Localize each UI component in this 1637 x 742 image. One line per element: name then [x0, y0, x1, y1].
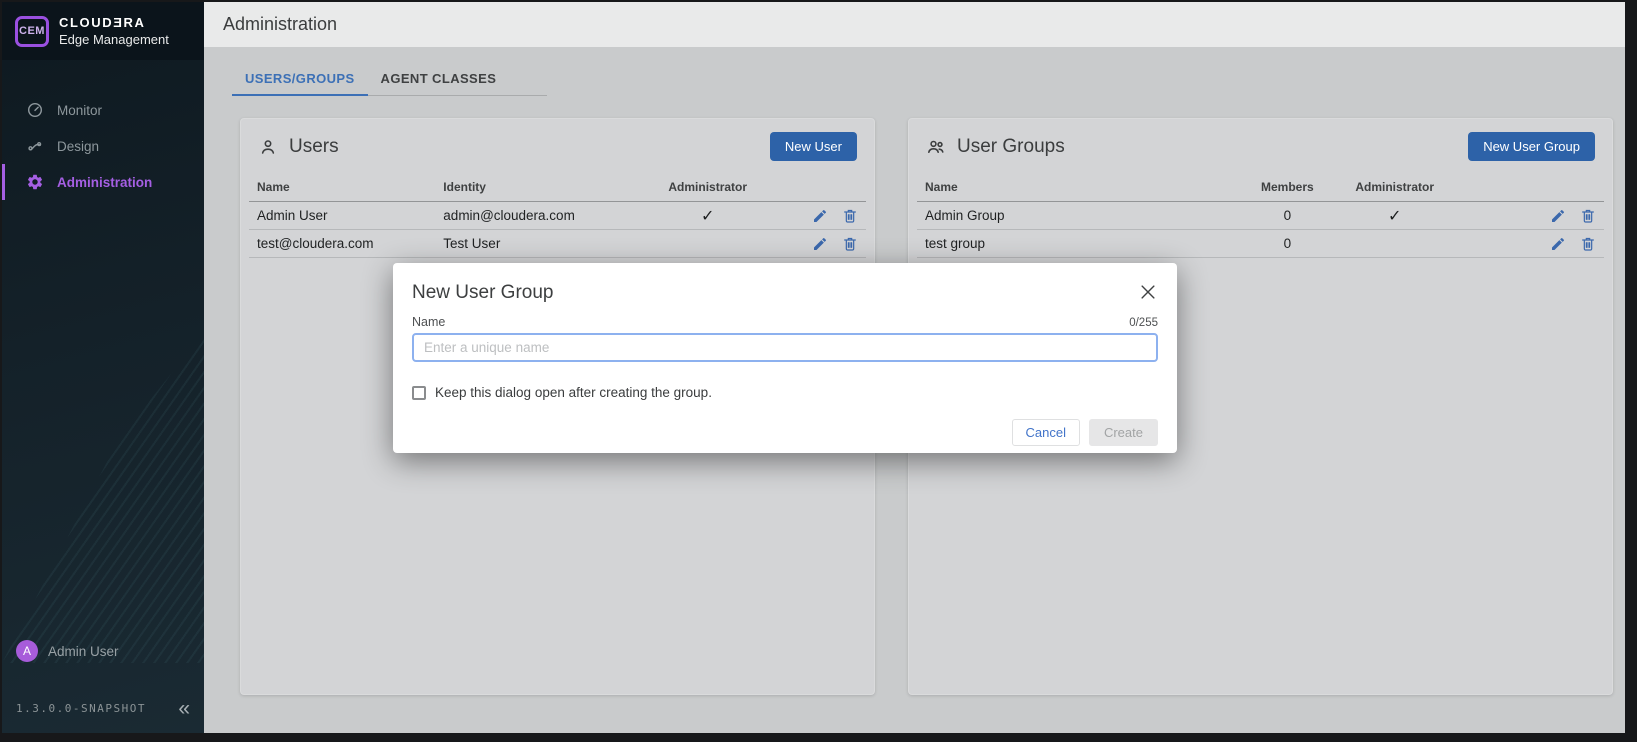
new-user-group-button[interactable]: New User Group: [1468, 132, 1595, 161]
people-icon: [926, 137, 946, 157]
new-user-group-dialog: New User Group Name 0/255 Keep this dial…: [393, 263, 1177, 453]
table-row: test@cloudera.com Test User: [249, 230, 866, 258]
name-field-labels: Name 0/255: [412, 315, 1158, 329]
brand-subtitle: Edge Management: [59, 32, 169, 47]
person-icon: [258, 137, 278, 157]
column-header-administrator: Administrator: [1328, 180, 1462, 194]
column-header-identity: Identity: [443, 180, 653, 194]
dialog-actions: Cancel Create: [412, 419, 1158, 446]
column-header-name: Name: [925, 180, 1247, 194]
gear-icon: [26, 173, 44, 191]
table-row: Admin User admin@cloudera.com ✓: [249, 202, 866, 230]
column-header-administrator: Administrator: [654, 180, 762, 194]
sidebar-item-design[interactable]: Design: [2, 128, 204, 164]
sidebar-item-label: Administration: [57, 175, 152, 190]
speedometer-icon: [26, 101, 44, 119]
edit-icon[interactable]: [812, 236, 828, 252]
edit-icon[interactable]: [812, 208, 828, 224]
delete-icon[interactable]: [1580, 208, 1596, 224]
user-name-cell: test@cloudera.com: [257, 236, 443, 251]
flow-design-icon: [26, 137, 44, 155]
current-user-name: Admin User: [48, 644, 119, 659]
sidebar-item-label: Design: [57, 139, 99, 154]
cancel-button[interactable]: Cancel: [1012, 419, 1080, 446]
keep-dialog-open-checkbox[interactable]: [412, 386, 426, 400]
delete-icon[interactable]: [842, 208, 858, 224]
sidebar: CEM CLOUDƎRA Edge Management Monitor Des…: [2, 2, 204, 733]
tab-agent-classes[interactable]: AGENT CLASSES: [368, 62, 510, 96]
brand-text: CLOUDƎRA Edge Management: [59, 15, 169, 47]
user-groups-table-header: Name Members Administrator: [917, 172, 1604, 202]
page-header: Administration: [204, 2, 1625, 47]
character-counter: 0/255: [1129, 317, 1158, 329]
group-name-input[interactable]: [412, 333, 1158, 362]
dialog-header: New User Group: [412, 282, 1158, 304]
administrator-check: ✓: [654, 206, 762, 226]
brand-name: CLOUDƎRA: [59, 15, 169, 30]
user-identity-cell: admin@cloudera.com: [443, 208, 653, 223]
sidebar-item-monitor[interactable]: Monitor: [2, 92, 204, 128]
users-table: Name Identity Administrator Admin User a…: [249, 172, 866, 258]
user-groups-panel-header: User Groups New User Group: [909, 119, 1612, 170]
user-name-cell: Admin User: [257, 208, 443, 223]
keep-open-option: Keep this dialog open after creating the…: [412, 385, 1158, 400]
user-groups-panel-title: User Groups: [957, 136, 1065, 158]
sidebar-item-administration[interactable]: Administration: [2, 164, 204, 200]
edit-icon[interactable]: [1550, 236, 1566, 252]
group-members-cell: 0: [1247, 208, 1328, 223]
column-header-name: Name: [257, 180, 443, 194]
name-field-label: Name: [412, 315, 445, 329]
app-window: CEM CLOUDƎRA Edge Management Monitor Des…: [2, 2, 1625, 733]
group-members-cell: 0: [1247, 236, 1328, 251]
users-panel-title: Users: [289, 136, 339, 158]
collapse-sidebar-icon[interactable]: «: [178, 698, 190, 719]
new-user-button[interactable]: New User: [770, 132, 857, 161]
close-icon[interactable]: [1138, 282, 1158, 302]
sidebar-footer: A Admin User 1.3.0.0-SNAPSHOT «: [2, 640, 204, 733]
sidebar-item-label: Monitor: [57, 103, 102, 118]
table-row: Admin Group 0 ✓: [917, 202, 1604, 230]
current-user: A Admin User: [16, 640, 190, 662]
delete-icon[interactable]: [1580, 236, 1596, 252]
page-title: Administration: [223, 14, 337, 35]
checkbox-label: Keep this dialog open after creating the…: [435, 385, 712, 400]
table-row: test group 0: [917, 230, 1604, 258]
users-panel-header: Users New User: [241, 119, 874, 170]
sidebar-stripes-decoration: [2, 333, 204, 663]
tab-users-groups[interactable]: USERS/GROUPS: [232, 62, 368, 96]
administrator-check: ✓: [1328, 206, 1462, 226]
dialog-title: New User Group: [412, 282, 554, 304]
tab-bar: USERS/GROUPS AGENT CLASSES: [232, 62, 547, 96]
delete-icon[interactable]: [842, 236, 858, 252]
edit-icon[interactable]: [1550, 208, 1566, 224]
create-button[interactable]: Create: [1089, 419, 1158, 446]
group-name-cell: test group: [925, 236, 1247, 251]
version-row: 1.3.0.0-SNAPSHOT «: [16, 698, 190, 719]
column-header-members: Members: [1247, 180, 1328, 194]
cem-logo-icon: CEM: [15, 16, 49, 47]
group-name-cell: Admin Group: [925, 208, 1247, 223]
user-identity-cell: Test User: [443, 236, 653, 251]
sidebar-nav: Monitor Design Administration: [2, 92, 204, 200]
avatar: A: [16, 640, 38, 662]
user-groups-table: Name Members Administrator Admin Group 0…: [917, 172, 1604, 258]
users-table-header: Name Identity Administrator: [249, 172, 866, 202]
brand-header: CEM CLOUDƎRA Edge Management: [2, 2, 204, 60]
version-label: 1.3.0.0-SNAPSHOT: [16, 702, 146, 715]
